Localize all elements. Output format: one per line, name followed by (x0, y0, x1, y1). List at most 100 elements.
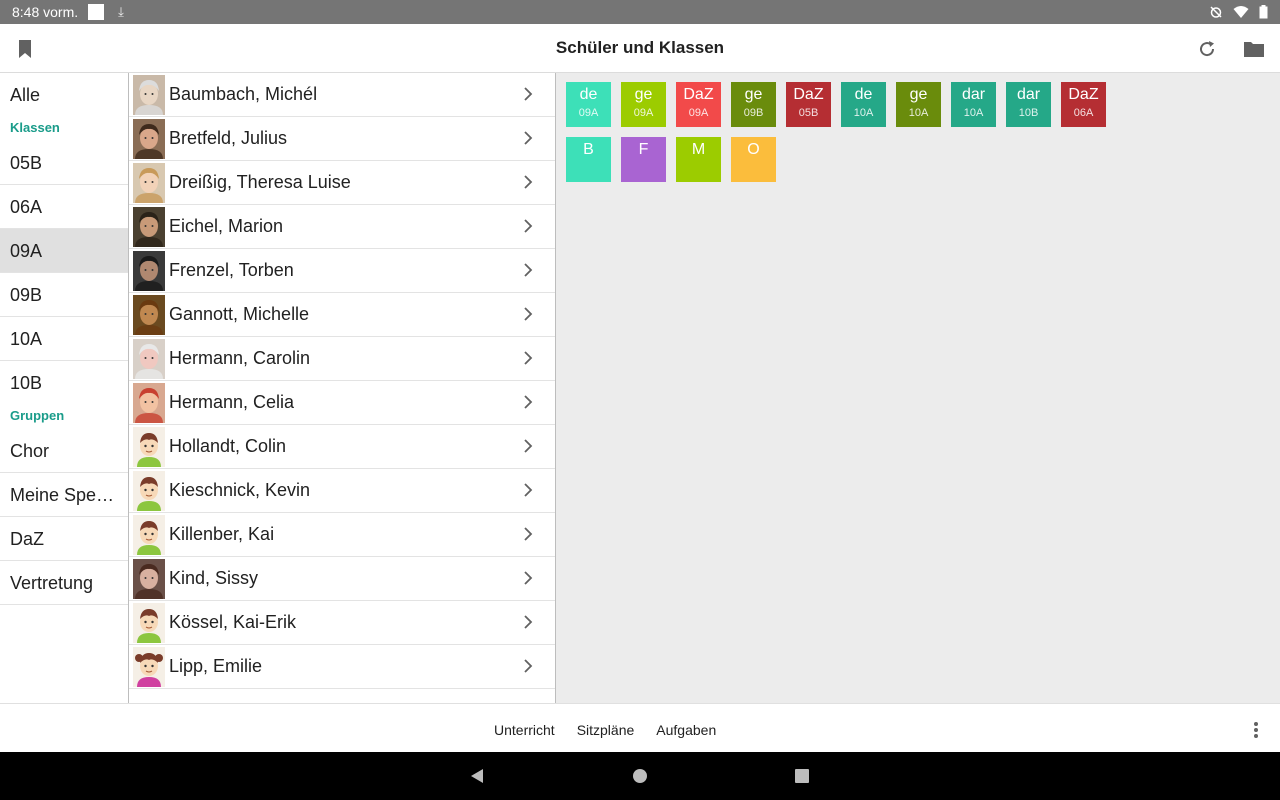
system-nav-bar (0, 752, 1280, 800)
chevron-right-icon (523, 307, 533, 326)
alarm-off-icon (1210, 6, 1222, 18)
bottom-bar: Unterricht Sitzpläne Aufgaben (0, 703, 1280, 752)
avatar (133, 558, 165, 599)
student-row[interactable]: Kieschnick, Kevin (129, 469, 555, 513)
download-icon: ⤓ (118, 4, 124, 19)
student-row[interactable]: Bretfeld, Julius (129, 117, 555, 161)
course-tile[interactable]: F (621, 137, 666, 182)
course-subject: M (691, 141, 706, 158)
course-subject: DaZ (683, 86, 714, 103)
student-row[interactable]: Gannott, Michelle (129, 293, 555, 337)
student-row[interactable] (129, 689, 555, 703)
chevron-right-icon (523, 483, 533, 502)
recents-icon[interactable] (794, 768, 810, 784)
course-tile[interactable]: DaZ 09A (676, 82, 721, 127)
chevron-right-icon (523, 87, 533, 106)
back-icon[interactable] (469, 768, 485, 784)
sidebar-item-chor[interactable]: Chor (0, 429, 128, 473)
course-subject: dar (1016, 86, 1041, 103)
course-tile[interactable]: B (566, 137, 611, 182)
course-subject: ge (909, 86, 928, 103)
student-name: Eichel, Marion (169, 216, 284, 236)
student-row[interactable]: Lipp, Emilie (129, 645, 555, 689)
student-row[interactable]: Frenzel, Torben (129, 249, 555, 293)
student-name: Dreißig, Theresa Luise (169, 172, 351, 192)
course-tile[interactable]: O (731, 137, 776, 182)
sidebar-item-09a[interactable]: 09A (0, 229, 128, 273)
student-row[interactable]: Hollandt, Colin (129, 425, 555, 469)
student-name: Kieschnick, Kevin (169, 480, 311, 500)
wifi-icon (1233, 6, 1249, 18)
more-vert-icon[interactable] (1248, 720, 1264, 745)
course-tile[interactable]: de 10A (841, 82, 886, 127)
avatar (133, 74, 165, 115)
course-subject: de (854, 86, 873, 103)
chevron-right-icon (523, 219, 533, 238)
course-class: 09A (688, 107, 709, 119)
course-tile[interactable]: de 09A (566, 82, 611, 127)
status-time: 8:48 vorm. (12, 4, 79, 20)
avatar (133, 514, 165, 555)
sidebar-item-daz[interactable]: DaZ (0, 517, 128, 561)
chevron-right-icon (523, 615, 533, 634)
chevron-right-icon (523, 131, 533, 150)
course-tile[interactable]: ge 09A (621, 82, 666, 127)
tab-sitzplaene[interactable]: Sitzpläne (577, 722, 635, 738)
chevron-right-icon (523, 659, 533, 678)
student-row[interactable]: Eichel, Marion (129, 205, 555, 249)
tab-aufgaben[interactable]: Aufgaben (656, 722, 716, 738)
student-row[interactable]: Killenber, Kai (129, 513, 555, 557)
avatar (133, 602, 165, 643)
sidebar-item-05b[interactable]: 05B (0, 141, 128, 185)
course-class: 10B (1018, 107, 1039, 119)
chevron-right-icon (523, 395, 533, 414)
sidebar-item-meine-spe[interactable]: Meine Spe… (0, 473, 128, 517)
course-tile[interactable]: dar 10B (1006, 82, 1051, 127)
course-class: 09B (743, 107, 764, 119)
sidebar-item-10a[interactable]: 10A (0, 317, 128, 361)
class-sidebar: Alle Klassen 05B 06A 09A 09B 10A 10B Gru… (0, 73, 129, 703)
student-name: Hollandt, Colin (169, 436, 287, 456)
student-name: Killenber, Kai (169, 524, 275, 544)
course-tile[interactable]: ge 10A (896, 82, 941, 127)
tab-unterricht[interactable]: Unterricht (494, 722, 555, 738)
course-tile[interactable]: ge 09B (731, 82, 776, 127)
status-icons (1209, 5, 1268, 19)
avatar (133, 646, 165, 687)
course-tile[interactable]: DaZ 06A (1061, 82, 1106, 127)
course-subject: DaZ (793, 86, 824, 103)
sidebar-item-10b[interactable]: 10B (0, 361, 128, 405)
sidebar-item-vertretung[interactable]: Vertretung (0, 561, 128, 605)
avatar (133, 470, 165, 511)
avatar (133, 206, 165, 247)
folder-icon[interactable] (1241, 36, 1267, 62)
sidebar-item-06a[interactable]: 06A (0, 185, 128, 229)
avatar (133, 162, 165, 203)
student-name: Kössel, Kai-Erik (169, 612, 297, 632)
student-row[interactable]: Kössel, Kai-Erik (129, 601, 555, 645)
home-icon[interactable] (632, 768, 648, 784)
sidebar-item-all[interactable]: Alle (0, 73, 128, 117)
course-class: 10A (908, 107, 929, 119)
course-tile[interactable]: DaZ 05B (786, 82, 831, 127)
student-row[interactable]: Hermann, Celia (129, 381, 555, 425)
chevron-right-icon (523, 439, 533, 458)
sidebar-item-09b[interactable]: 09B (0, 273, 128, 317)
app-bar: Schüler und Klassen (0, 24, 1280, 73)
student-row[interactable]: Kind, Sissy (129, 557, 555, 601)
student-name: Frenzel, Torben (169, 260, 294, 280)
student-list: Baumbach, Michél Bretfeld, Julius Dreißig,… (129, 73, 556, 703)
course-class: 09A (578, 107, 599, 119)
course-tile[interactable]: M (676, 137, 721, 182)
student-name: Bretfeld, Julius (169, 128, 288, 148)
student-row[interactable]: Baumbach, Michél (129, 73, 555, 117)
course-class: 09A (633, 107, 654, 119)
student-row[interactable]: Dreißig, Theresa Luise (129, 161, 555, 205)
course-tile[interactable]: dar 10A (951, 82, 996, 127)
student-row[interactable]: Hermann, Carolin (129, 337, 555, 381)
avatar (133, 294, 165, 335)
chevron-right-icon (523, 351, 533, 370)
course-subject: B (583, 141, 594, 158)
refresh-icon[interactable] (1194, 36, 1220, 62)
course-class: 06A (1073, 107, 1094, 119)
